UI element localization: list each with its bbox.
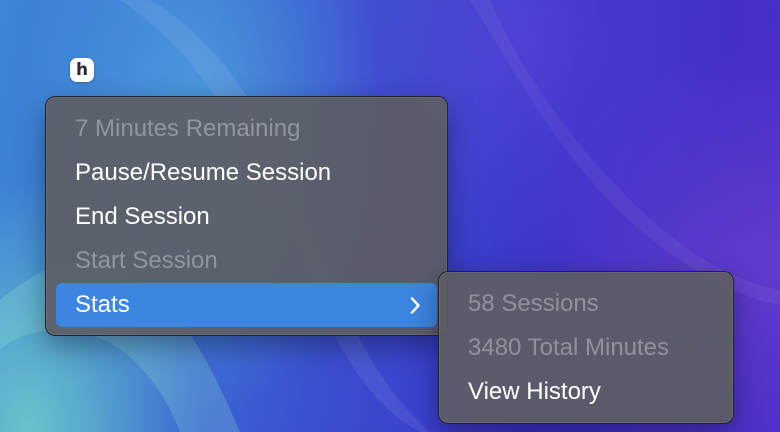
menu-item-stats[interactable]: Stats	[56, 283, 437, 327]
menu-item-pause-resume[interactable]: Pause/Resume Session	[56, 151, 437, 195]
menu-item-end-session[interactable]: End Session	[56, 195, 437, 239]
stats-submenu: 58 Sessions 3480 Total Minutes View Hist…	[438, 271, 734, 424]
chevron-right-icon	[410, 283, 421, 327]
app-menubar-icon[interactable]: h	[70, 58, 94, 82]
menu-item-time-remaining: 7 Minutes Remaining	[75, 115, 301, 142]
submenu-item-total-minutes: 3480 Total Minutes	[468, 334, 670, 361]
menu-item-start-session: Start Session	[75, 247, 218, 274]
status-menu: 7 Minutes Remaining Pause/Resume Session…	[45, 96, 448, 336]
submenu-item-sessions: 58 Sessions	[468, 290, 599, 317]
menu-item-stats-label: Stats	[75, 291, 130, 318]
submenu-item-view-history[interactable]: View History	[449, 370, 723, 414]
